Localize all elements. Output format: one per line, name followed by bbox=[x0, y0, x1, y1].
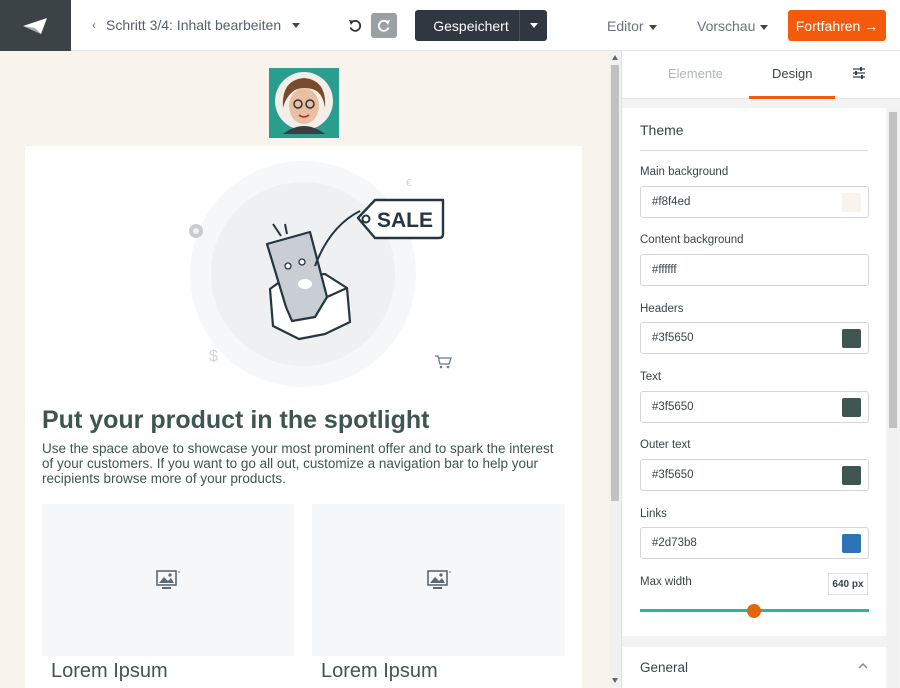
panel-tabs: Elemente Design bbox=[622, 51, 900, 99]
outer-text-label: Outer text bbox=[640, 439, 691, 451]
hero-illustration[interactable]: € $ SALE bbox=[175, 156, 465, 396]
step-label: Schritt 3/4: Inhalt bearbeiten bbox=[106, 17, 282, 33]
text-value: #3f5650 bbox=[652, 401, 694, 413]
content-background-value: #ffffff bbox=[652, 264, 677, 276]
preview-menu-label: Vorschau bbox=[697, 18, 756, 34]
sale-tag-illustration-icon: € $ SALE bbox=[189, 161, 452, 387]
color-swatch[interactable] bbox=[842, 466, 861, 485]
general-section-header[interactable]: General bbox=[622, 647, 886, 688]
app-logo[interactable] bbox=[0, 0, 71, 51]
caret-down-icon bbox=[529, 23, 538, 28]
body-text[interactable]: Use the space above to showcase your mos… bbox=[42, 441, 562, 486]
active-tab-indicator bbox=[749, 96, 835, 99]
design-panel: Elemente Design Theme Main background #f… bbox=[621, 51, 900, 688]
scroll-up-arrow-icon[interactable] bbox=[612, 55, 618, 60]
main-background-label: Main background bbox=[640, 166, 729, 178]
headline[interactable]: Put your product in the spotlight bbox=[42, 406, 429, 435]
tab-design[interactable]: Design bbox=[772, 66, 812, 81]
main-background-field[interactable]: #f8f4ed bbox=[640, 186, 869, 218]
divider bbox=[640, 150, 868, 151]
caret-down-icon bbox=[648, 24, 657, 30]
undo-button[interactable] bbox=[342, 13, 367, 38]
caret-down-icon bbox=[760, 24, 769, 30]
avatar-photo-icon bbox=[269, 68, 339, 138]
links-field[interactable]: #2d73b8 bbox=[640, 527, 869, 559]
tab-elements[interactable]: Elemente bbox=[668, 66, 723, 81]
redo-button[interactable] bbox=[371, 13, 397, 38]
text-field[interactable]: #3f5650 bbox=[640, 391, 869, 423]
theme-card: Theme Main background #f8f4ed Content ba… bbox=[622, 108, 886, 636]
max-width-label: Max width bbox=[640, 576, 692, 588]
max-width-slider-knob[interactable] bbox=[747, 604, 761, 618]
color-swatch[interactable] bbox=[842, 534, 861, 553]
color-swatch[interactable] bbox=[842, 398, 861, 417]
continue-button[interactable]: Fortfahren → bbox=[788, 10, 886, 41]
svg-text:$: $ bbox=[209, 348, 218, 365]
card-title[interactable]: Lorem Ipsum bbox=[51, 660, 168, 683]
image-placeholder-icon bbox=[426, 570, 451, 589]
outer-text-field[interactable]: #3f5650 bbox=[640, 459, 869, 491]
top-bar: ‹ Schritt 3/4: Inhalt bearbeiten Gespeic… bbox=[0, 0, 900, 51]
save-label: Gespeichert bbox=[433, 17, 509, 34]
step-selector[interactable]: ‹ Schritt 3/4: Inhalt bearbeiten bbox=[92, 17, 301, 33]
headers-value: #3f5650 bbox=[652, 332, 694, 344]
avatar[interactable] bbox=[269, 68, 339, 138]
chevron-up-icon[interactable] bbox=[858, 659, 868, 673]
headers-label: Headers bbox=[640, 303, 684, 315]
card-title[interactable]: Lorem Ipsum bbox=[321, 660, 438, 683]
scrollbar-thumb[interactable] bbox=[611, 65, 619, 501]
image-placeholder[interactable] bbox=[312, 504, 565, 656]
redo-icon bbox=[377, 19, 390, 32]
back-chevron-icon[interactable]: ‹ bbox=[92, 18, 96, 32]
outer-text-value: #3f5650 bbox=[652, 469, 694, 481]
general-label: General bbox=[640, 660, 689, 675]
email-content[interactable]: € $ SALE Put your product in the spotlig… bbox=[25, 146, 582, 688]
panel-scrollbar[interactable] bbox=[887, 108, 899, 688]
color-swatch[interactable] bbox=[842, 329, 861, 348]
main-background-value: #f8f4ed bbox=[652, 196, 691, 208]
color-swatch[interactable] bbox=[842, 261, 861, 280]
color-swatch[interactable] bbox=[842, 193, 861, 212]
text-label: Text bbox=[640, 371, 662, 383]
editor-menu[interactable]: Editor bbox=[607, 18, 657, 34]
caret-down-icon bbox=[292, 22, 301, 28]
links-label: Links bbox=[640, 508, 667, 520]
scrollbar-thumb[interactable] bbox=[889, 112, 897, 428]
undo-icon bbox=[348, 19, 361, 32]
content-background-label: Content background bbox=[640, 234, 744, 246]
paper-plane-logo-icon bbox=[22, 17, 47, 34]
scroll-down-arrow-icon[interactable] bbox=[612, 678, 618, 683]
save-button[interactable]: Gespeichert bbox=[415, 10, 547, 41]
image-placeholder-icon bbox=[156, 570, 180, 589]
max-width-value[interactable]: 640 px bbox=[828, 573, 868, 595]
canvas-scrollbar[interactable] bbox=[609, 51, 621, 688]
image-placeholder[interactable] bbox=[42, 504, 294, 656]
editor-menu-label: Editor bbox=[607, 18, 644, 34]
save-dropdown-button[interactable] bbox=[519, 10, 547, 41]
sale-tag-text: SALE bbox=[377, 209, 433, 232]
svg-text:€: € bbox=[406, 178, 412, 189]
theme-title: Theme bbox=[640, 122, 684, 138]
sliders-icon bbox=[853, 67, 865, 79]
links-value: #2d73b8 bbox=[652, 537, 697, 549]
tab-settings[interactable] bbox=[851, 66, 867, 85]
content-background-field[interactable]: #ffffff bbox=[640, 254, 869, 286]
preview-menu[interactable]: Vorschau bbox=[697, 18, 769, 34]
headers-field[interactable]: #3f5650 bbox=[640, 322, 869, 354]
